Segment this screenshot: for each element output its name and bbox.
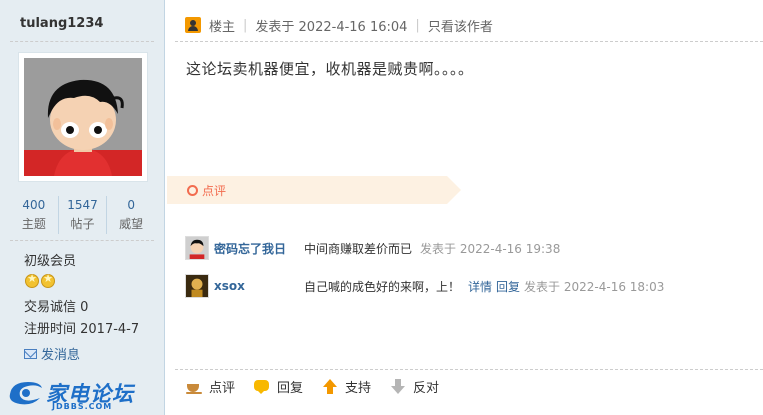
comment-avatar[interactable] (185, 236, 209, 260)
comment-text: 中间商赚取差价而已 (304, 241, 413, 256)
post-actions: 点评 回复 支持 反对 (185, 377, 457, 396)
separator: | (415, 17, 420, 33)
avatar-image (24, 58, 142, 176)
comment-ring-icon (187, 185, 198, 196)
post-time: 发表于 2022-4-16 16:04 (255, 19, 408, 35)
comment-button[interactable]: 点评 (185, 377, 235, 396)
arrow-up-icon (321, 378, 339, 395)
detail-link[interactable]: 详情 (468, 278, 492, 295)
post-header: 楼主 | 发表于 2022-4-16 16:04 | 只看该作者 (185, 14, 493, 36)
username[interactable]: tulang1234 (20, 16, 103, 31)
avatar[interactable] (18, 52, 148, 182)
floor-label: 楼主 (209, 19, 236, 35)
trade-credit: 交易诚信 0 (24, 300, 89, 315)
coffee-cup-icon (185, 379, 203, 395)
arrow-down-icon (389, 378, 407, 395)
support-button[interactable]: 支持 (321, 377, 371, 396)
site-logo[interactable]: 家电论坛 JDBBS.COM (6, 376, 136, 412)
reply-link[interactable]: 回复 (496, 278, 520, 295)
register-time: 注册时间 2017-4-7 (24, 322, 140, 337)
separator: | (243, 17, 248, 33)
speech-bubble-icon (253, 379, 271, 395)
comment-item: xsox 自己喊的成色好的来啊，上！ 详情 回复 发表于 2022-4-16 1… (185, 273, 664, 299)
comment-avatar[interactable] (185, 274, 209, 298)
comments-header: 点评 (167, 176, 461, 204)
logo-swoosh-icon (9, 382, 42, 405)
comment-author[interactable]: xsox (214, 279, 304, 293)
comment-text: 自己喊的成色好的来啊，上！ (304, 279, 461, 294)
send-message-link[interactable]: 发消息 (24, 344, 80, 363)
stat-posts[interactable]: 1547 帖子 (57, 196, 107, 234)
divider (10, 41, 154, 42)
comment-item: 密码忘了我日 中间商赚取差价而已 发表于 2022-4-16 19:38 (185, 235, 560, 261)
reply-button[interactable]: 回复 (253, 377, 303, 396)
divider (175, 369, 763, 370)
divider (10, 240, 154, 241)
user-stats: 400 主题 1547 帖子 0 威望 (10, 196, 155, 234)
divider (175, 41, 763, 42)
stat-topics[interactable]: 400 主题 (10, 196, 58, 234)
star-icon (25, 272, 39, 288)
comment-time: 发表于 2022-4-16 18:03 (524, 279, 665, 294)
stat-prestige: 0 威望 (106, 196, 155, 234)
user-info-panel: tulang1234 400 主题 1547 帖子 0 威望 初级会员 ★ ★ … (0, 0, 165, 415)
only-author-link[interactable]: 只看该作者 (428, 16, 493, 35)
user-rank[interactable]: 初级会员 (24, 250, 76, 269)
star-icon (41, 272, 55, 288)
rank-stars (25, 272, 55, 288)
envelope-icon (24, 348, 37, 359)
oppose-button[interactable]: 反对 (389, 377, 439, 396)
comment-time: 发表于 2022-4-16 19:38 (420, 241, 561, 256)
comment-author[interactable]: 密码忘了我日 (214, 240, 304, 257)
post-content: 这论坛卖机器便宜，收机器是贼贵啊。。。。 (186, 60, 474, 78)
author-icon (185, 17, 201, 33)
